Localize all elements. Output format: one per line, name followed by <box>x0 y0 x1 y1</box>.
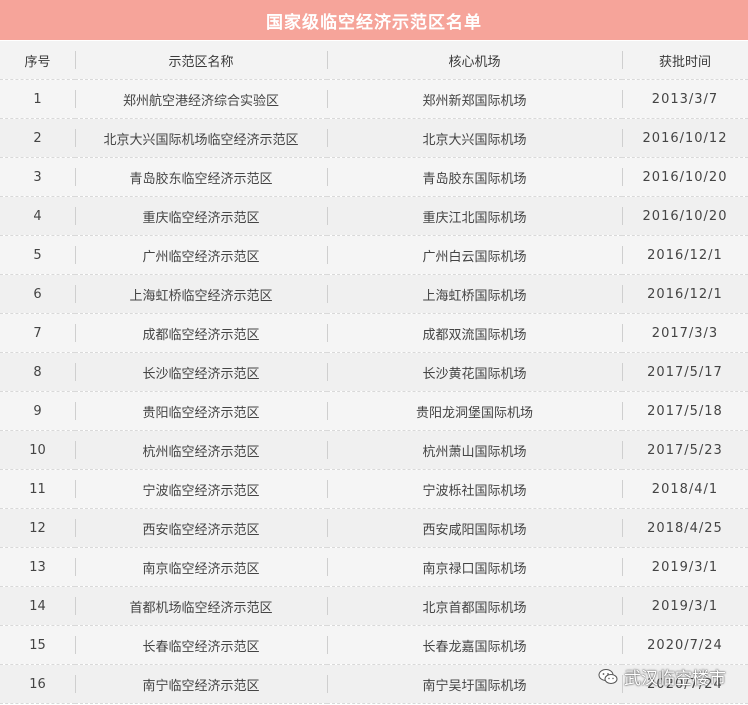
zone-name: 青岛胶东临空经济示范区 <box>75 157 327 197</box>
core-airport: 郑州新郑国际机场 <box>327 79 622 119</box>
zone-name: 长春临空经济示范区 <box>75 625 327 665</box>
row-index: 11 <box>0 469 75 509</box>
core-airport: 长春龙嘉国际机场 <box>327 625 622 665</box>
table-row: 12 西安临空经济示范区 西安咸阳国际机场 2018/4/25 <box>0 508 748 548</box>
approval-date: 2018/4/1 <box>622 469 748 509</box>
table-row: 7 成都临空经济示范区 成都双流国际机场 2017/3/3 <box>0 313 748 353</box>
approval-date: 2013/3/7 <box>622 79 748 119</box>
table-title: 国家级临空经济示范区名单 <box>0 0 748 40</box>
approval-date: 2016/10/12 <box>622 118 748 158</box>
row-index: 15 <box>0 625 75 665</box>
table-row: 8 长沙临空经济示范区 长沙黄花国际机场 2017/5/17 <box>0 352 748 392</box>
approval-date: 2017/3/3 <box>622 313 748 353</box>
row-index: 6 <box>0 274 75 314</box>
zone-name: 首都机场临空经济示范区 <box>75 586 327 626</box>
table-row: 3 青岛胶东临空经济示范区 青岛胶东国际机场 2016/10/20 <box>0 157 748 197</box>
table-row: 11 宁波临空经济示范区 宁波栎社国际机场 2018/4/1 <box>0 469 748 509</box>
table-body: 1 郑州航空港经济综合实验区 郑州新郑国际机场 2013/3/7 2 北京大兴国际机场临空… <box>0 79 748 704</box>
zone-name: 北京大兴国际机场临空经济示范区 <box>75 118 327 158</box>
table-row: 9 贵阳临空经济示范区 贵阳龙洞堡国际机场 2017/5/18 <box>0 391 748 431</box>
header-core-airport: 核心机场 <box>327 41 622 80</box>
table-row: 13 南京临空经济示范区 南京禄口国际机场 2019/3/1 <box>0 547 748 587</box>
approval-date: 2017/5/17 <box>622 352 748 392</box>
table-row: 4 重庆临空经济示范区 重庆江北国际机场 2016/10/20 <box>0 196 748 236</box>
table-header-row: 序号 示范区名称 核心机场 获批时间 <box>0 41 748 80</box>
row-index: 3 <box>0 157 75 197</box>
approval-date: 2017/5/23 <box>622 430 748 470</box>
approval-date: 2019/3/1 <box>622 547 748 587</box>
row-index: 12 <box>0 508 75 548</box>
wechat-icon <box>598 668 618 684</box>
zone-name: 成都临空经济示范区 <box>75 313 327 353</box>
zone-name: 广州临空经济示范区 <box>75 235 327 275</box>
core-airport: 北京首都国际机场 <box>327 586 622 626</box>
row-index: 5 <box>0 235 75 275</box>
demo-zone-table: 序号 示范区名称 核心机场 获批时间 1 郑州航空港经济综合实验区 郑州新郑国际机场… <box>0 41 748 704</box>
zone-name: 郑州航空港经济综合实验区 <box>75 79 327 119</box>
zone-name: 贵阳临空经济示范区 <box>75 391 327 431</box>
approval-date: 2016/10/20 <box>622 157 748 197</box>
core-airport: 青岛胶东国际机场 <box>327 157 622 197</box>
approval-date: 2016/12/1 <box>622 235 748 275</box>
core-airport: 南京禄口国际机场 <box>327 547 622 587</box>
watermark: 武汉临空楼市 <box>598 664 726 689</box>
zone-name: 长沙临空经济示范区 <box>75 352 327 392</box>
approval-date: 2018/4/25 <box>622 508 748 548</box>
zone-name: 上海虹桥临空经济示范区 <box>75 274 327 314</box>
core-airport: 重庆江北国际机场 <box>327 196 622 236</box>
header-zone-name: 示范区名称 <box>75 41 327 80</box>
table-row: 14 首都机场临空经济示范区 北京首都国际机场 2019/3/1 <box>0 586 748 626</box>
table-row: 10 杭州临空经济示范区 杭州萧山国际机场 2017/5/23 <box>0 430 748 470</box>
zone-name: 重庆临空经济示范区 <box>75 196 327 236</box>
row-index: 7 <box>0 313 75 353</box>
core-airport: 广州白云国际机场 <box>327 235 622 275</box>
row-index: 9 <box>0 391 75 431</box>
core-airport: 成都双流国际机场 <box>327 313 622 353</box>
header-index: 序号 <box>0 41 75 80</box>
row-index: 10 <box>0 430 75 470</box>
header-approval-date: 获批时间 <box>622 41 748 80</box>
zone-name: 杭州临空经济示范区 <box>75 430 327 470</box>
table-row: 1 郑州航空港经济综合实验区 郑州新郑国际机场 2013/3/7 <box>0 79 748 119</box>
zone-name: 南京临空经济示范区 <box>75 547 327 587</box>
core-airport: 南宁吴圩国际机场 <box>327 664 622 704</box>
core-airport: 贵阳龙洞堡国际机场 <box>327 391 622 431</box>
approval-date: 2017/5/18 <box>622 391 748 431</box>
row-index: 14 <box>0 586 75 626</box>
table-row: 2 北京大兴国际机场临空经济示范区 北京大兴国际机场 2016/10/12 <box>0 118 748 158</box>
row-index: 4 <box>0 196 75 236</box>
core-airport: 北京大兴国际机场 <box>327 118 622 158</box>
core-airport: 杭州萧山国际机场 <box>327 430 622 470</box>
row-index: 2 <box>0 118 75 158</box>
row-index: 13 <box>0 547 75 587</box>
zone-name: 宁波临空经济示范区 <box>75 469 327 509</box>
row-index: 1 <box>0 79 75 119</box>
table-row: 6 上海虹桥临空经济示范区 上海虹桥国际机场 2016/12/1 <box>0 274 748 314</box>
approval-date: 2016/12/1 <box>622 274 748 314</box>
core-airport: 长沙黄花国际机场 <box>327 352 622 392</box>
approval-date: 2019/3/1 <box>622 586 748 626</box>
table-row: 15 长春临空经济示范区 长春龙嘉国际机场 2020/7/24 <box>0 625 748 665</box>
core-airport: 西安咸阳国际机场 <box>327 508 622 548</box>
watermark-text: 武汉临空楼市 <box>624 669 726 689</box>
approval-date: 2016/10/20 <box>622 196 748 236</box>
table-row: 5 广州临空经济示范区 广州白云国际机场 2016/12/1 <box>0 235 748 275</box>
row-index: 8 <box>0 352 75 392</box>
approval-date: 2020/7/24 <box>622 625 748 665</box>
core-airport: 上海虹桥国际机场 <box>327 274 622 314</box>
row-index: 16 <box>0 664 75 704</box>
zone-name: 西安临空经济示范区 <box>75 508 327 548</box>
zone-name: 南宁临空经济示范区 <box>75 664 327 704</box>
core-airport: 宁波栎社国际机场 <box>327 469 622 509</box>
